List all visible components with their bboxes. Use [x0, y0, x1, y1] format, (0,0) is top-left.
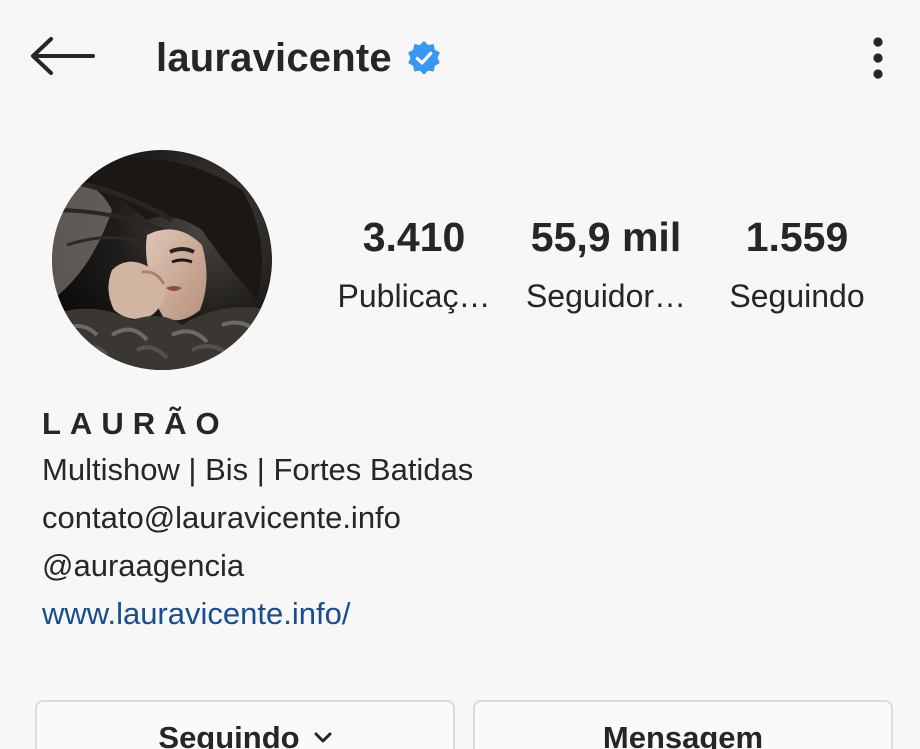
bio-line: contato@lauravicente.info: [42, 500, 401, 535]
options-menu-button[interactable]: [850, 30, 906, 86]
following-button[interactable]: Seguindo: [35, 700, 455, 749]
chevron-down-icon: [314, 732, 332, 744]
following-count: 1.559: [745, 214, 849, 260]
posts-count: 3.410: [362, 214, 466, 260]
stat-following[interactable]: 1.559 Seguindo: [712, 212, 882, 318]
verified-badge-icon: [406, 40, 442, 76]
following-label: Seguindo: [729, 278, 865, 314]
username: lauravicente: [156, 35, 392, 80]
followers-count: 55,9 mil: [530, 214, 682, 260]
followers-label: Seguidor…: [525, 278, 687, 314]
stat-posts[interactable]: 3.410 Publicaç…: [328, 212, 500, 318]
back-button[interactable]: [22, 28, 102, 84]
message-button-label: Mensagem: [602, 720, 764, 749]
bio-line: Multishow | Bis | Fortes Batidas: [42, 452, 474, 487]
following-button-label: Seguindo: [158, 720, 300, 749]
profile-avatar[interactable]: [52, 150, 272, 370]
header-title: lauravicente: [156, 30, 442, 86]
profile-page: lauravicente 3.410 Publicaç… 55,9 mil Se…: [0, 0, 920, 749]
posts-label: Publicaç…: [337, 278, 491, 314]
top-bar: lauravicente: [0, 0, 920, 116]
arrow-left-icon: [31, 37, 95, 75]
website-link[interactable]: www.lauravicente.info/: [42, 590, 882, 638]
more-vertical-icon: [873, 37, 883, 79]
profile-bio: LAURÃO Multishow | Bis | Fortes Batidas …: [42, 402, 882, 638]
stat-followers[interactable]: 55,9 mil Seguidor…: [516, 212, 696, 318]
bio-mention[interactable]: @auraagencia: [42, 542, 882, 590]
full-name: LAURÃO: [42, 406, 229, 441]
message-button[interactable]: Mensagem: [473, 700, 893, 749]
